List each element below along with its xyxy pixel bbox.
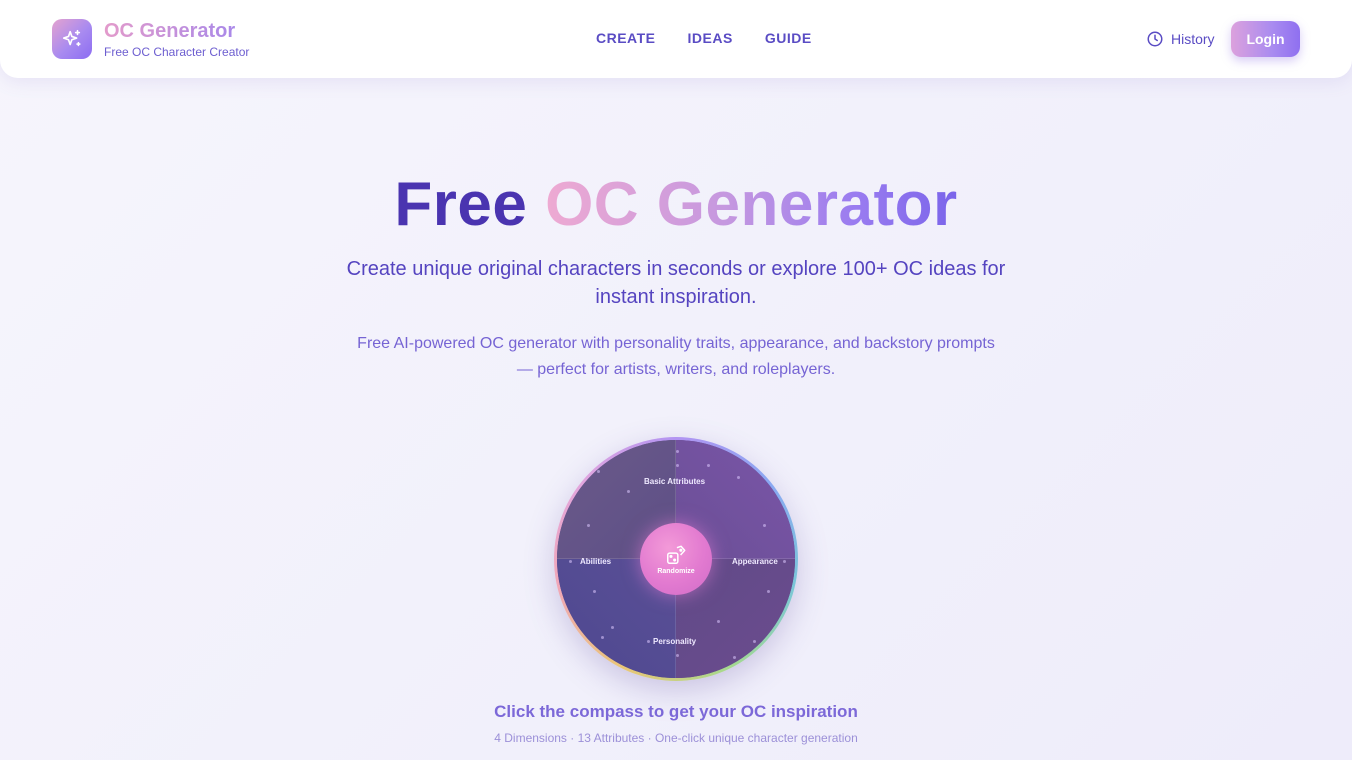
hero-title-free: Free	[394, 170, 528, 239]
compass-ring: Basic Attributes Appearance Personality …	[554, 437, 798, 681]
sparkles-icon	[62, 29, 81, 47]
logo-badge	[52, 19, 92, 59]
decor-dot	[676, 464, 679, 467]
decor-dot	[783, 560, 786, 563]
hero-title: Free OC Generator	[0, 168, 1352, 242]
hero-description: Free AI-powered OC generator with person…	[357, 335, 995, 378]
nav-ideas[interactable]: IDEAS	[688, 30, 733, 46]
randomize-label: Randomize	[657, 567, 695, 575]
brand-text: OC Generator Free OC Character Creator	[104, 20, 249, 59]
oc-compass[interactable]: Basic Attributes Appearance Personality …	[557, 440, 795, 678]
decor-dot	[593, 590, 596, 593]
decor-dot	[627, 490, 630, 493]
decor-dot	[647, 640, 650, 643]
hero-lead: Create unique original characters in sec…	[346, 258, 1006, 308]
randomize-button[interactable]: Randomize	[640, 523, 712, 595]
clock-icon	[1147, 31, 1163, 47]
login-button[interactable]: Login	[1231, 21, 1300, 57]
brand[interactable]: OC Generator Free OC Character Creator	[52, 19, 249, 59]
decor-dot	[597, 470, 600, 473]
decor-dot	[676, 654, 679, 657]
compass-label-appearance[interactable]: Appearance	[732, 557, 778, 566]
decor-dot	[733, 656, 736, 659]
history-label: History	[1171, 31, 1215, 47]
dice-icon	[667, 545, 686, 564]
decor-dot	[763, 524, 766, 527]
brand-title: OC Generator	[104, 20, 249, 42]
nav-guide[interactable]: GUIDE	[765, 30, 812, 46]
decor-dot	[587, 524, 590, 527]
decor-dot	[737, 476, 740, 479]
top-navbar: OC Generator Free OC Character Creator C…	[0, 0, 1352, 78]
compass-label-personality[interactable]: Personality	[653, 637, 696, 646]
compass-label-basic-attributes[interactable]: Basic Attributes	[644, 477, 705, 486]
compass-cta: Click the compass to get your OC inspira…	[494, 702, 858, 721]
decor-dot	[767, 590, 770, 593]
decor-dot	[569, 560, 572, 563]
hero-title-oc-generator: OC Generator	[545, 170, 958, 239]
decor-dot	[717, 620, 720, 623]
brand-subtitle: Free OC Character Creator	[104, 44, 250, 59]
decor-dot	[753, 640, 756, 643]
decor-dot	[676, 450, 679, 453]
compass-label-abilities[interactable]: Abilities	[580, 557, 611, 566]
nav-create[interactable]: CREATE	[596, 30, 656, 46]
history-link[interactable]: History	[1146, 30, 1215, 48]
compass-cta-subtitle: 4 Dimensions · 13 Attributes · One-click…	[494, 731, 858, 745]
main-nav: CREATE IDEAS GUIDE	[596, 30, 812, 46]
decor-dot	[601, 636, 604, 639]
decor-dot	[611, 626, 614, 629]
decor-dot	[707, 464, 710, 467]
